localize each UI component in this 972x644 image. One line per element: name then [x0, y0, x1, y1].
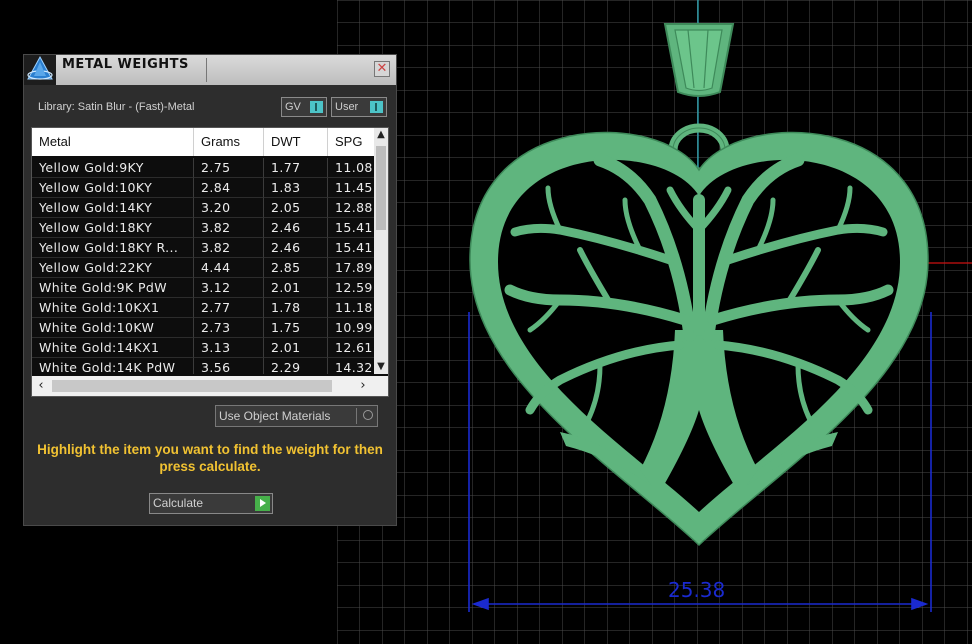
- cell-grams: 3.12: [194, 278, 264, 298]
- app-logo-icon: [24, 55, 56, 85]
- cell-metal: Yellow Gold:10KY: [32, 178, 194, 198]
- toggle-switch-icon: [370, 101, 383, 113]
- scroll-up-icon[interactable]: ▲: [374, 128, 388, 142]
- cell-grams: 2.84: [194, 178, 264, 198]
- cell-spg: 11.45: [328, 178, 374, 198]
- scroll-left-icon[interactable]: ‹: [32, 376, 50, 396]
- cell-metal: Yellow Gold:9KY: [32, 158, 194, 178]
- table-row[interactable]: Yellow Gold:18KY 3.82 2.46 15.41: [32, 218, 374, 238]
- table-row[interactable]: White Gold:14KX1 3.13 2.01 12.61: [32, 338, 374, 358]
- cell-metal: Yellow Gold:18KY R...: [32, 238, 194, 258]
- cell-dwt: 2.46: [264, 238, 328, 258]
- table-header: Metal Grams DWT SPG: [32, 128, 388, 156]
- user-toggle[interactable]: User: [331, 97, 387, 117]
- calculate-button[interactable]: Calculate: [149, 493, 273, 514]
- cell-metal: White Gold:10KW: [32, 318, 194, 338]
- table-row[interactable]: White Gold:10KX1 2.77 1.78 11.18: [32, 298, 374, 318]
- scrollbar-corner: [374, 376, 388, 396]
- column-header-dwt[interactable]: DWT: [264, 128, 328, 156]
- close-button[interactable]: ✕: [374, 61, 390, 77]
- cell-grams: 3.13: [194, 338, 264, 358]
- library-label: Library: Satin Blur - (Fast)-Metal: [38, 101, 195, 113]
- table-row[interactable]: White Gold:14K PdW 3.56 2.29 14.32: [32, 358, 374, 374]
- use-object-materials-label: Use Object Materials: [219, 409, 331, 423]
- cell-dwt: 1.78: [264, 298, 328, 318]
- vertical-scrollbar[interactable]: ▲ ▼: [374, 128, 388, 374]
- column-header-grams[interactable]: Grams: [194, 128, 264, 156]
- cell-grams: 2.75: [194, 158, 264, 178]
- calculate-label: Calculate: [153, 496, 204, 510]
- cell-spg: 17.89: [328, 258, 374, 278]
- metal-weights-panel: METAL WEIGHTS ✕ Library: Satin Blur - (F…: [23, 54, 397, 526]
- table-row[interactable]: White Gold:10KW 2.73 1.75 10.99: [32, 318, 374, 338]
- cell-spg: 14.32: [328, 358, 374, 374]
- table-row[interactable]: Yellow Gold:18KY R... 3.82 2.46 15.41: [32, 238, 374, 258]
- cell-grams: 2.73: [194, 318, 264, 338]
- cell-metal: Yellow Gold:18KY: [32, 218, 194, 238]
- cell-grams: 3.82: [194, 218, 264, 238]
- gv-toggle-label: GV: [285, 101, 301, 113]
- vertical-scroll-thumb[interactable]: [376, 146, 386, 230]
- cell-dwt: 2.85: [264, 258, 328, 278]
- cell-dwt: 2.01: [264, 338, 328, 358]
- cell-metal: White Gold:9K PdW: [32, 278, 194, 298]
- cell-dwt: 2.29: [264, 358, 328, 374]
- radio-icon: [363, 410, 373, 420]
- cell-dwt: 1.75: [264, 318, 328, 338]
- divider: [356, 408, 357, 424]
- cell-grams: 4.44: [194, 258, 264, 278]
- toggle-switch-icon: [310, 101, 323, 113]
- cell-spg: 15.41: [328, 218, 374, 238]
- play-icon: [255, 496, 270, 511]
- cell-dwt: 2.46: [264, 218, 328, 238]
- cell-spg: 12.61: [328, 338, 374, 358]
- cell-grams: 3.82: [194, 238, 264, 258]
- instruction-text: Highlight the item you want to find the …: [37, 442, 383, 474]
- cell-grams: 3.20: [194, 198, 264, 218]
- table-row[interactable]: White Gold:9K PdW 3.12 2.01 12.59: [32, 278, 374, 298]
- cell-spg: 11.18: [328, 298, 374, 318]
- metal-weights-table[interactable]: Metal Grams DWT SPG Yellow Gold:9KY 2.75 1…: [31, 127, 389, 397]
- table-row[interactable]: Yellow Gold:22KY 4.44 2.85 17.89: [32, 258, 374, 278]
- gv-toggle[interactable]: GV: [281, 97, 327, 117]
- scroll-right-icon[interactable]: ›: [354, 376, 372, 396]
- dimension-label: 25.38: [668, 578, 726, 602]
- table-row[interactable]: Yellow Gold:10KY 2.84 1.83 11.45: [32, 178, 374, 198]
- cell-metal: White Gold:14K PdW: [32, 358, 194, 374]
- cell-grams: 2.77: [194, 298, 264, 318]
- user-toggle-label: User: [335, 101, 359, 113]
- cell-dwt: 1.77: [264, 158, 328, 178]
- cell-dwt: 1.83: [264, 178, 328, 198]
- cell-spg: 12.59: [328, 278, 374, 298]
- panel-titlebar[interactable]: METAL WEIGHTS ✕: [24, 55, 396, 85]
- column-header-metal[interactable]: Metal: [32, 128, 194, 156]
- horizontal-scroll-thumb[interactable]: [52, 380, 332, 392]
- cell-metal: Yellow Gold:22KY: [32, 258, 194, 278]
- cell-spg: 11.08: [328, 158, 374, 178]
- panel-title: METAL WEIGHTS: [62, 57, 189, 72]
- titlebar-divider: [206, 58, 207, 82]
- cell-grams: 3.56: [194, 358, 264, 374]
- cell-dwt: 2.05: [264, 198, 328, 218]
- use-object-materials-checkbox[interactable]: Use Object Materials: [215, 405, 378, 427]
- cell-dwt: 2.01: [264, 278, 328, 298]
- scroll-down-icon[interactable]: ▼: [374, 360, 388, 374]
- table-row[interactable]: Yellow Gold:9KY 2.75 1.77 11.08: [32, 158, 374, 178]
- cell-metal: Yellow Gold:14KY: [32, 198, 194, 218]
- cell-spg: 10.99: [328, 318, 374, 338]
- cell-metal: White Gold:10KX1: [32, 298, 194, 318]
- cell-spg: 12.88: [328, 198, 374, 218]
- cell-metal: White Gold:14KX1: [32, 338, 194, 358]
- table-body: Yellow Gold:9KY 2.75 1.77 11.08 Yellow Gold:…: [32, 158, 374, 374]
- table-row[interactable]: Yellow Gold:14KY 3.20 2.05 12.88: [32, 198, 374, 218]
- horizontal-scrollbar[interactable]: ‹ ›: [32, 376, 374, 396]
- cell-spg: 15.41: [328, 238, 374, 258]
